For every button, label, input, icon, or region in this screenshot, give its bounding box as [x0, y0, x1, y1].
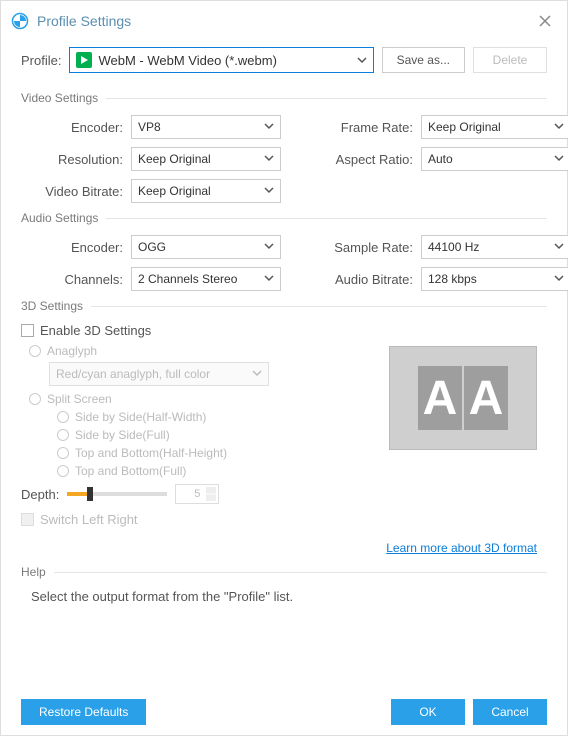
profile-dropdown[interactable]: WebM - WebM Video (*.webm): [69, 47, 373, 73]
chevron-down-icon: [252, 367, 262, 381]
resolution-dropdown[interactable]: Keep Original: [131, 147, 281, 171]
checkbox-icon: [21, 324, 34, 337]
framerate-dropdown[interactable]: Keep Original: [421, 115, 568, 139]
radio-icon: [57, 429, 69, 441]
depth-spinner: 5: [175, 484, 219, 504]
close-button[interactable]: [533, 9, 557, 33]
chevron-down-icon: [264, 184, 274, 198]
vbitrate-label: Video Bitrate:: [21, 184, 131, 199]
restore-defaults-button[interactable]: Restore Defaults: [21, 699, 146, 725]
radio-icon: [57, 447, 69, 459]
channels-label: Channels:: [21, 272, 131, 287]
chevron-down-icon: [357, 53, 367, 68]
chevron-down-icon: [554, 120, 564, 134]
delete-button: Delete: [473, 47, 547, 73]
tab-full-radio: Top and Bottom(Full): [57, 464, 547, 478]
cancel-button[interactable]: Cancel: [473, 699, 547, 725]
window-title: Profile Settings: [37, 13, 131, 29]
chevron-down-icon: [264, 152, 274, 166]
audio-encoder-label: Encoder:: [21, 240, 131, 255]
help-section-title: Help: [21, 565, 547, 579]
checkbox-icon: [21, 513, 34, 526]
3d-preview: AA: [389, 346, 537, 450]
profile-label: Profile:: [21, 53, 61, 68]
app-icon: [11, 12, 29, 30]
help-text: Select the output format from the "Profi…: [31, 589, 547, 604]
radio-icon: [57, 465, 69, 477]
audio-encoder-dropdown[interactable]: OGG: [131, 235, 281, 259]
save-as-button[interactable]: Save as...: [382, 47, 465, 73]
resolution-label: Resolution:: [21, 152, 131, 167]
chevron-down-icon: [264, 272, 274, 286]
depth-label: Depth:: [21, 487, 59, 502]
chevron-down-icon: [264, 120, 274, 134]
channels-dropdown[interactable]: 2 Channels Stereo: [131, 267, 281, 291]
chevron-down-icon: [554, 240, 564, 254]
radio-icon: [29, 345, 41, 357]
abitrate-dropdown[interactable]: 128 kbps: [421, 267, 568, 291]
play-icon: [76, 52, 92, 68]
video-encoder-dropdown[interactable]: VP8: [131, 115, 281, 139]
3d-section-title: 3D Settings: [21, 299, 547, 313]
aspect-dropdown[interactable]: Auto: [421, 147, 568, 171]
radio-icon: [29, 393, 41, 405]
anaglyph-mode-dropdown: Red/cyan anaglyph, full color: [49, 362, 269, 386]
vbitrate-dropdown[interactable]: Keep Original: [131, 179, 281, 203]
chevron-down-icon: [554, 152, 564, 166]
radio-icon: [57, 411, 69, 423]
chevron-down-icon: [264, 240, 274, 254]
learn-3d-link[interactable]: Learn more about 3D format: [386, 541, 537, 555]
abitrate-label: Audio Bitrate:: [321, 272, 421, 287]
switch-lr-checkbox: Switch Left Right: [21, 512, 547, 527]
samplerate-label: Sample Rate:: [321, 240, 421, 255]
video-encoder-label: Encoder:: [21, 120, 131, 135]
video-section-title: Video Settings: [21, 91, 547, 105]
enable-3d-checkbox[interactable]: Enable 3D Settings: [21, 323, 547, 338]
ok-button[interactable]: OK: [391, 699, 465, 725]
chevron-down-icon: [554, 272, 564, 286]
aspect-label: Aspect Ratio:: [321, 152, 421, 167]
depth-slider: [67, 492, 167, 496]
samplerate-dropdown[interactable]: 44100 Hz: [421, 235, 568, 259]
audio-section-title: Audio Settings: [21, 211, 547, 225]
framerate-label: Frame Rate:: [321, 120, 421, 135]
profile-value: WebM - WebM Video (*.webm): [98, 53, 276, 68]
